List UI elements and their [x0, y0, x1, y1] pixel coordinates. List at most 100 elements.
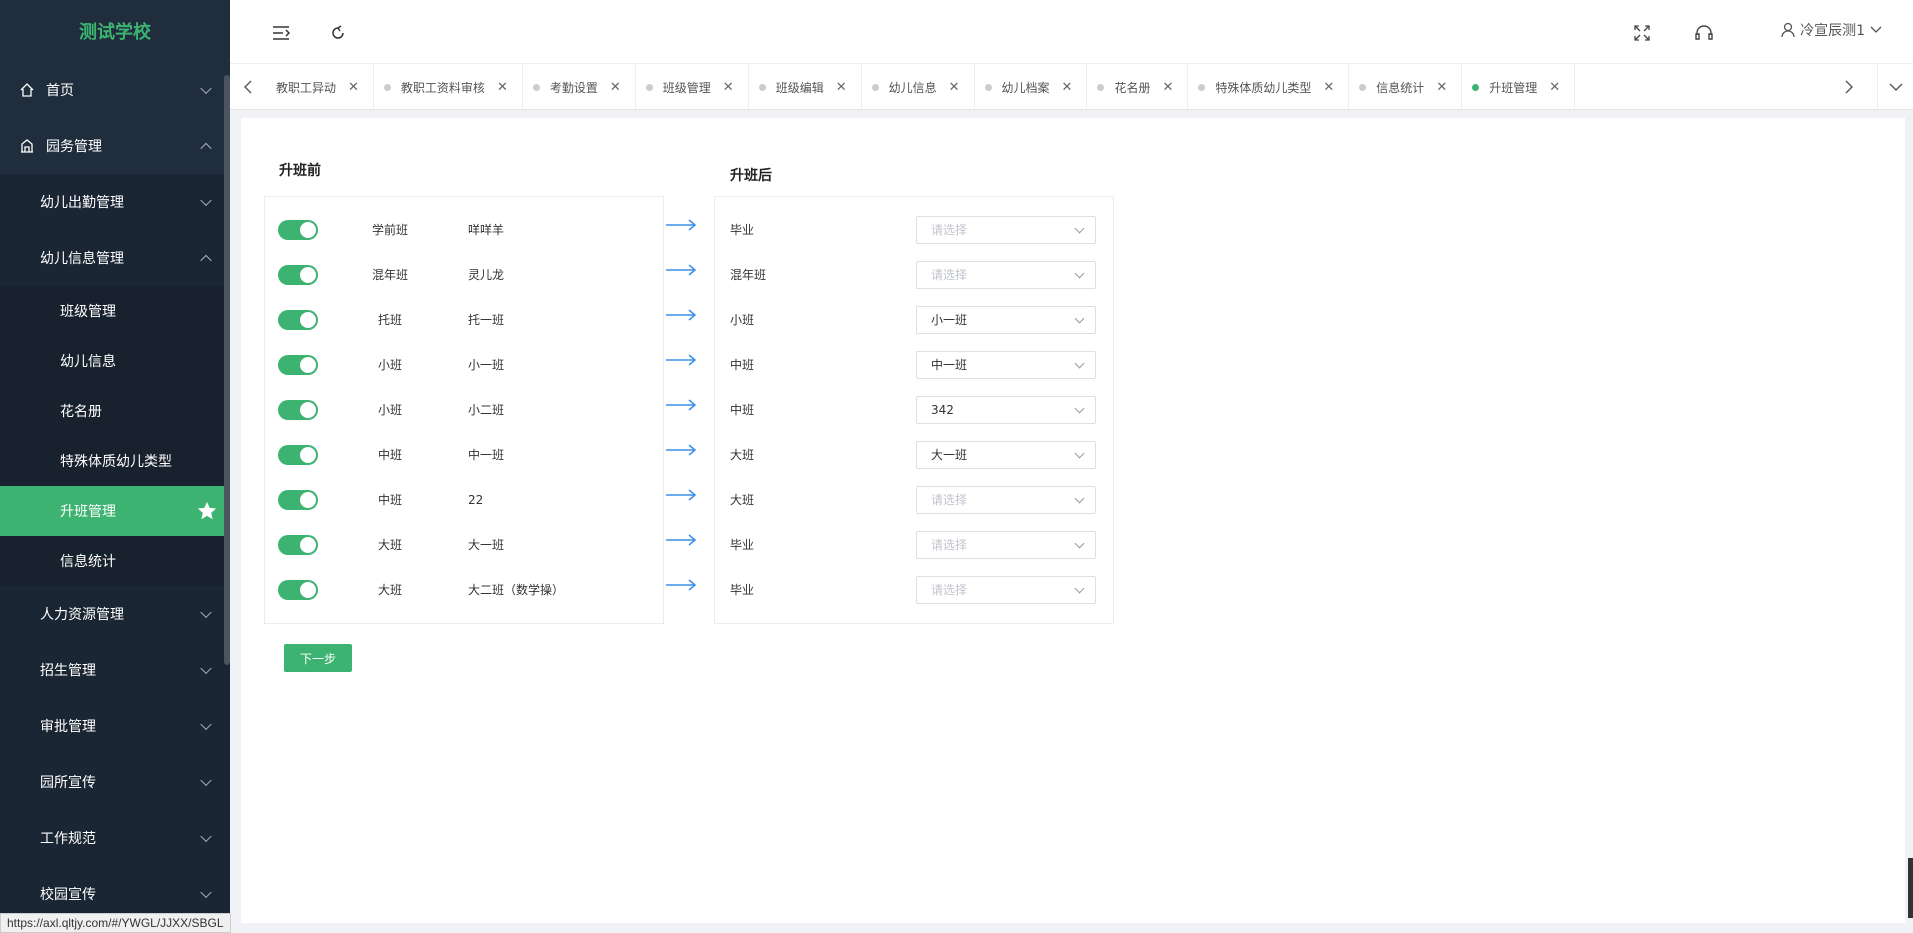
chevron-down-icon — [1074, 313, 1085, 323]
row-toggle[interactable] — [278, 309, 318, 330]
fullscreen-icon[interactable] — [1631, 22, 1653, 44]
sidebar-item-approval[interactable]: 审批管理 — [0, 698, 230, 754]
after-grade-label: 混年班 — [730, 268, 767, 282]
select-value: 请选择 — [931, 493, 968, 507]
tab-label: 花名册 — [1114, 80, 1151, 95]
class-select[interactable]: 请选择 — [916, 215, 1096, 244]
row-toggle[interactable] — [278, 354, 318, 375]
after-panel: 毕业 请选择 混年班 请选择 小班 小一班 中班 中一班 中班 342 大班 大… — [714, 196, 1114, 624]
tab-class-mgmt[interactable]: 班级管理 ✕ — [636, 64, 749, 110]
sidebar-item-child-info[interactable]: 幼儿信息 — [0, 336, 230, 386]
tab-child-info[interactable]: 幼儿信息 ✕ — [862, 64, 975, 110]
grade-label: 混年班 — [371, 268, 408, 282]
sidebar-item-label: 幼儿信息 — [60, 354, 116, 370]
headset-icon[interactable] — [1693, 22, 1715, 44]
chevron-up-icon — [200, 142, 212, 155]
class-select[interactable]: 大一班 — [916, 440, 1096, 469]
sidebar-item-hr[interactable]: 人力资源管理 — [0, 586, 230, 642]
select-value: 中一班 — [931, 358, 968, 372]
menu-fold-icon[interactable] — [270, 22, 292, 44]
tabs-dropdown[interactable] — [1877, 64, 1913, 110]
top-header: 冷宣辰测1 — [230, 0, 1913, 64]
close-icon[interactable]: ✕ — [1549, 80, 1560, 95]
close-icon[interactable]: ✕ — [836, 80, 847, 95]
sidebar-item-work-norms[interactable]: 工作规范 — [0, 810, 230, 866]
chevron-down-icon — [1074, 268, 1085, 278]
close-icon[interactable]: ✕ — [348, 80, 359, 95]
next-step-button[interactable]: 下一步 — [284, 644, 352, 672]
class-select[interactable]: 小一班 — [916, 305, 1096, 334]
user-menu[interactable]: 冷宣辰测1 — [1780, 20, 1883, 40]
chevron-down-icon — [200, 886, 212, 899]
after-row: 毕业 请选择 — [715, 522, 1115, 567]
sidebar-item-special-constitution[interactable]: 特殊体质幼儿类型 — [0, 436, 230, 486]
row-toggle[interactable] — [278, 444, 318, 465]
tabs-scroll-left[interactable] — [230, 64, 266, 110]
class-select[interactable]: 请选择 — [916, 260, 1096, 289]
close-icon[interactable]: ✕ — [949, 80, 960, 95]
tab-roster[interactable]: 花名册 ✕ — [1087, 64, 1189, 110]
row-toggle[interactable] — [278, 579, 318, 600]
sidebar-item-enrollment[interactable]: 招生管理 — [0, 642, 230, 698]
sidebar-item-child-info-mgmt[interactable]: 幼儿信息管理 — [0, 230, 230, 286]
class-select[interactable]: 请选择 — [916, 530, 1096, 559]
close-icon[interactable]: ✕ — [1436, 80, 1447, 95]
tab-special-constitution[interactable]: 特殊体质幼儿类型 ✕ — [1188, 64, 1350, 110]
class-label: 22 — [468, 492, 484, 507]
close-icon[interactable]: ✕ — [1062, 80, 1073, 95]
tab-statistics[interactable]: 信息统计 ✕ — [1349, 64, 1463, 110]
sidebar-item-attendance[interactable]: 幼儿出勤管理 — [0, 174, 230, 230]
page-scrollbar[interactable] — [1908, 858, 1913, 918]
sidebar-item-roster[interactable]: 花名册 — [0, 386, 230, 436]
after-grade-label: 毕业 — [730, 223, 755, 237]
class-select[interactable]: 请选择 — [916, 575, 1096, 604]
star-icon[interactable] — [196, 500, 218, 522]
close-icon[interactable]: ✕ — [1162, 80, 1173, 95]
sidebar-item-label: 招生管理 — [40, 663, 96, 679]
class-select[interactable]: 342 — [916, 395, 1096, 424]
sidebar-item-publicity[interactable]: 园所宣传 — [0, 754, 230, 810]
row-toggle[interactable] — [278, 489, 318, 510]
tab-attendance-settings[interactable]: 考勤设置 ✕ — [523, 64, 636, 110]
user-icon — [1781, 22, 1795, 38]
tab-dot — [1097, 83, 1105, 91]
close-icon[interactable]: ✕ — [1323, 80, 1334, 95]
sidebar-item-label: 工作规范 — [40, 831, 96, 847]
arrow-right-icon — [666, 354, 697, 366]
sidebar-item-class-mgmt[interactable]: 班级管理 — [0, 286, 230, 336]
row-toggle[interactable] — [278, 219, 318, 240]
tab-dot — [1359, 83, 1367, 91]
tab-staff-review[interactable]: 教职工资料审核 ✕ — [374, 64, 523, 110]
tab-child-archive[interactable]: 幼儿档案 ✕ — [975, 64, 1088, 110]
tab-label: 班级管理 — [662, 80, 711, 95]
sidebar-item-statistics[interactable]: 信息统计 — [0, 536, 230, 586]
class-select[interactable]: 请选择 — [916, 485, 1096, 514]
tab-dot — [871, 83, 879, 91]
tab-label: 教职工异动 — [276, 80, 337, 95]
row-toggle[interactable] — [278, 264, 318, 285]
close-icon[interactable]: ✕ — [610, 80, 621, 95]
before-row: 中班 中一班 — [265, 432, 665, 477]
class-select[interactable]: 中一班 — [916, 350, 1096, 379]
row-toggle[interactable] — [278, 399, 318, 420]
user-name: 冷宣辰测1 — [1800, 23, 1865, 39]
refresh-icon[interactable] — [327, 22, 349, 44]
tab-staff-change[interactable]: 教职工异动 ✕ — [266, 64, 374, 110]
after-row: 混年班 请选择 — [715, 252, 1115, 297]
tab-label: 班级编辑 — [775, 80, 824, 95]
row-toggle[interactable] — [278, 534, 318, 555]
select-value: 342 — [931, 402, 954, 417]
sidebar-item-garden-affairs[interactable]: 园务管理 — [0, 118, 230, 174]
tab-promotion[interactable]: 升班管理 ✕ — [1462, 64, 1576, 110]
close-icon[interactable]: ✕ — [497, 80, 508, 95]
select-value: 请选择 — [931, 223, 968, 237]
tabs-scroll-right[interactable] — [1831, 64, 1867, 110]
close-icon[interactable]: ✕ — [723, 80, 734, 95]
grade-label: 大班 — [377, 538, 402, 552]
sidebar-item-promotion[interactable]: 升班管理 — [0, 486, 230, 536]
building-icon — [18, 137, 36, 155]
sidebar-item-home[interactable]: 首页 — [0, 62, 230, 118]
tab-dot — [984, 83, 992, 91]
tab-class-edit[interactable]: 班级编辑 ✕ — [749, 64, 862, 110]
tabs-bar: 教职工异动 ✕ 教职工资料审核 ✕ 考勤设置 ✕ 班级管理 ✕ 班级编辑 ✕ 幼儿信息 ✕ … — [230, 64, 1913, 110]
